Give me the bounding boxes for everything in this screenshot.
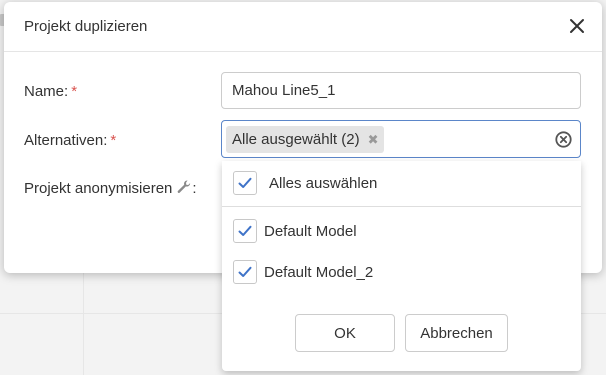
wrench-icon [176,179,192,199]
option-default-model-2[interactable]: Default Model_2 [233,260,373,284]
dialog-title: Projekt duplizieren [24,18,148,35]
name-input[interactable] [221,72,581,109]
close-icon [570,19,584,33]
select-all-checkbox[interactable] [233,171,257,195]
close-button[interactable] [566,15,588,37]
background-gridline [83,270,84,375]
check-icon [238,266,252,277]
name-label: Name: * [24,83,78,100]
option-default-model[interactable]: Default Model [233,219,357,243]
dropdown-divider [222,206,581,207]
ok-button[interactable]: OK [295,314,395,352]
anonymize-label: Projekt anonymisieren: [24,179,197,199]
required-marker: * [71,83,78,100]
clear-circle-icon [555,131,572,148]
select-all-option[interactable]: Alles auswählen [233,171,377,195]
tag-remove-icon[interactable]: ✖ [368,132,379,148]
check-icon [238,177,252,188]
alternatives-dropdown: Alles auswählen Default Model Default Mo… [222,161,581,371]
option-label: Default Model_2 [264,263,374,281]
required-marker: * [110,132,117,149]
alternatives-multiselect[interactable]: Alle ausgewählt (2) ✖ [221,120,581,158]
dialog-header: Projekt duplizieren [4,2,602,52]
selection-tag-label: Alle ausgewählt (2) [232,131,360,148]
alternatives-label: Alternativen: * [24,132,117,149]
cancel-button[interactable]: Abbrechen [405,314,508,352]
selection-tag: Alle ausgewählt (2) ✖ [226,126,385,153]
clear-selection-button[interactable] [555,131,572,148]
option-label: Default Model [264,222,357,240]
option-checkbox[interactable] [233,260,257,284]
option-checkbox[interactable] [233,219,257,243]
select-all-label: Alles auswählen [269,174,378,192]
check-icon [238,225,252,236]
